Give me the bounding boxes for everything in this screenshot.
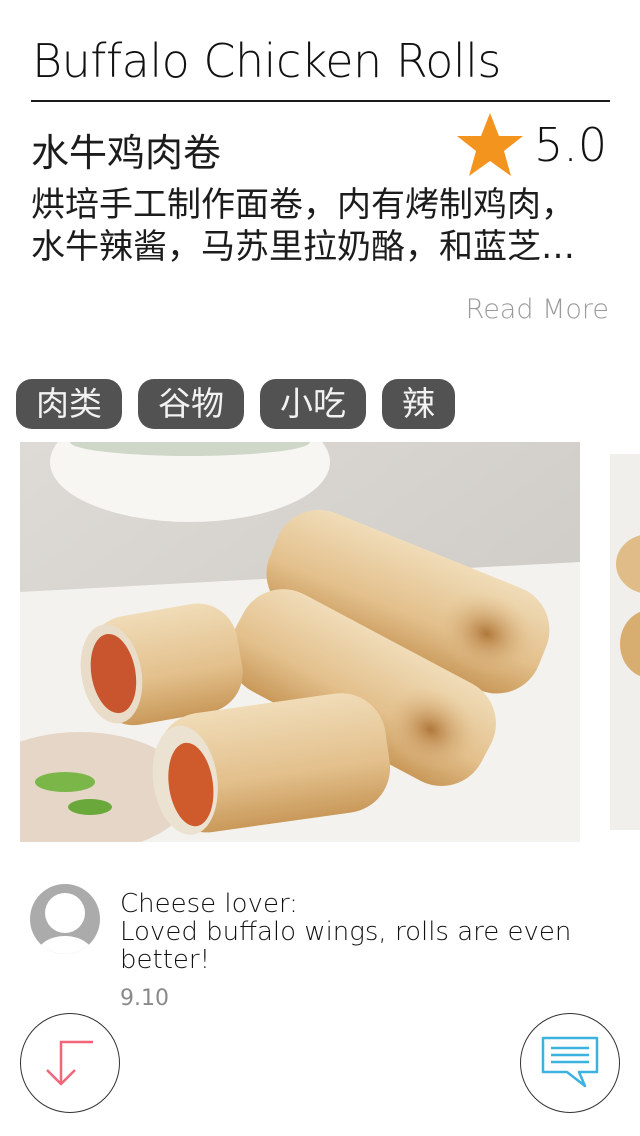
tag-spicy[interactable]: 辣: [382, 379, 455, 429]
recipe-photo[interactable]: [20, 442, 580, 842]
tag-snack[interactable]: 小吃: [260, 379, 366, 429]
arrow-down-icon: [46, 1040, 93, 1086]
tag-list: 肉类 谷物 小吃 辣: [16, 379, 455, 429]
comment-body: Loved buffalo wings, rolls are even bett…: [120, 917, 572, 975]
comment-icon: [541, 1036, 599, 1088]
title-divider: [31, 100, 610, 102]
recipe-subtitle: 水牛鸡肉卷: [31, 131, 222, 175]
description-line-1: 烘培手工制作面卷，内有烤制鸡肉，: [31, 185, 575, 225]
description-line-2: 水牛辣酱，马苏里拉奶酪，和蓝芝…: [31, 227, 575, 267]
tag-meat[interactable]: 肉类: [16, 379, 122, 429]
tag-grain[interactable]: 谷物: [138, 379, 244, 429]
scroll-down-button[interactable]: [20, 1013, 120, 1113]
recipe-description: 烘培手工制作面卷，内有烤制鸡肉， 水牛辣酱，马苏里拉奶酪，和蓝芝…: [31, 184, 621, 268]
read-more-link[interactable]: Read More: [466, 294, 609, 325]
comment-button[interactable]: [520, 1013, 620, 1113]
user-avatar-icon[interactable]: [30, 884, 100, 954]
next-photo-preview[interactable]: [610, 454, 640, 830]
comment-author: Cheese lover:: [120, 889, 298, 919]
rating-value: 5.0: [534, 118, 608, 172]
star-icon: [457, 113, 523, 176]
recipe-title: Buffalo Chicken Rolls: [32, 34, 501, 88]
comment: Cheese lover: Loved buffalo wings, rolls…: [120, 890, 600, 974]
comment-date: 9.10: [120, 986, 169, 1011]
